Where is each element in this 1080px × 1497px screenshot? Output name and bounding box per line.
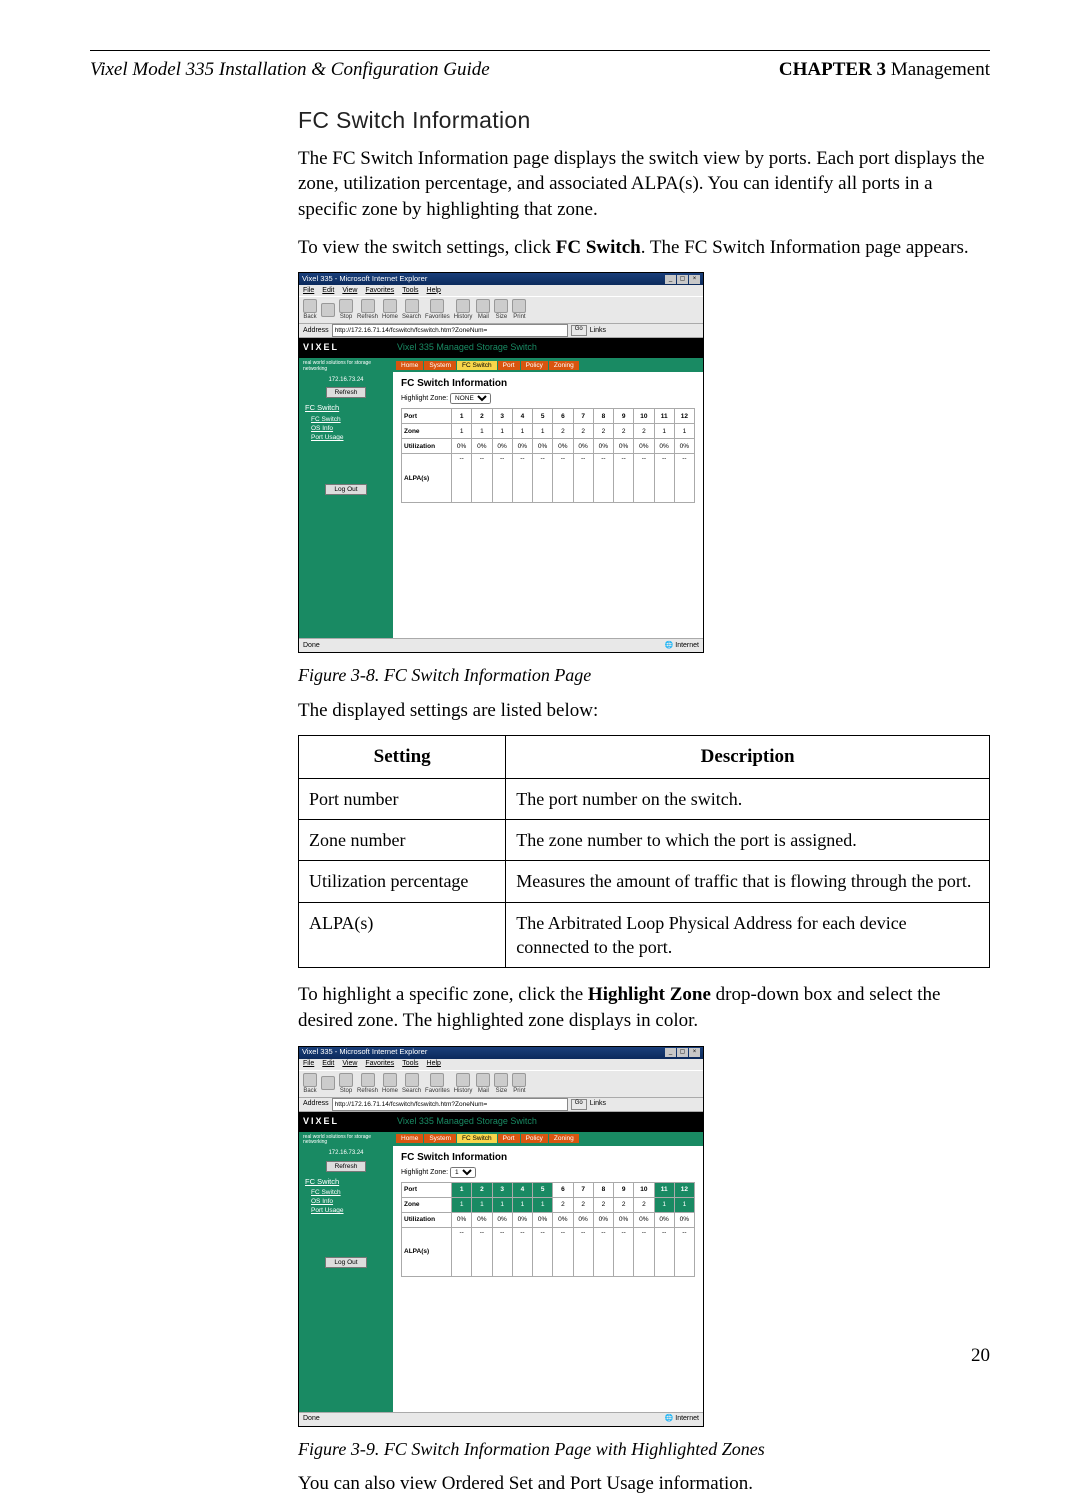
tab-home[interactable]: Home bbox=[396, 1134, 423, 1143]
tab-system[interactable]: System bbox=[424, 361, 456, 370]
table-row: Utilization percentageMeasures the amoun… bbox=[299, 861, 990, 902]
tab-system[interactable]: System bbox=[424, 1134, 456, 1143]
switch-ip: 172.16.73.24 bbox=[299, 375, 393, 386]
sidebar-link-portusage[interactable]: Port Usage bbox=[299, 433, 393, 442]
home-icon bbox=[383, 299, 397, 313]
stop-icon bbox=[339, 299, 353, 313]
sidebar-link-portusage[interactable]: Port Usage bbox=[299, 1206, 393, 1215]
page-header: Vixel Model 335 Installation & Configura… bbox=[90, 57, 990, 83]
favorites-icon bbox=[430, 1073, 444, 1087]
vixel-logo: VIXEL bbox=[299, 338, 393, 358]
tab-fcswitch[interactable]: FC Switch bbox=[457, 361, 497, 370]
window-min-icon[interactable]: _ bbox=[665, 1048, 676, 1057]
table-row: ALPA(s)The Arbitrated Loop Physical Addr… bbox=[299, 902, 990, 968]
sidebar-link-fcswitch[interactable]: FC Switch bbox=[299, 415, 393, 424]
tab-bar: Home System FC Switch Port Policy Zoning bbox=[393, 358, 703, 372]
sidebar-link-fcswitch[interactable]: FC Switch bbox=[299, 1188, 393, 1197]
window-close-icon[interactable]: × bbox=[689, 1048, 700, 1057]
address-bar[interactable]: Address Go Links bbox=[299, 1098, 703, 1112]
tab-fcswitch[interactable]: FC Switch bbox=[457, 1134, 497, 1143]
size-icon bbox=[494, 1073, 508, 1087]
print-icon bbox=[512, 299, 526, 313]
window-max-icon[interactable]: ▢ bbox=[677, 275, 688, 284]
search-icon bbox=[405, 299, 419, 313]
size-icon bbox=[494, 299, 508, 313]
window-max-icon[interactable]: ▢ bbox=[677, 1048, 688, 1057]
tab-port[interactable]: Port bbox=[498, 361, 520, 370]
search-icon bbox=[405, 1073, 419, 1087]
port-table-highlighted: Port 123456789101112 Zone 111112222211 U… bbox=[401, 1182, 695, 1277]
highlight-zone-control: Highlight Zone: NONE bbox=[393, 391, 703, 408]
product-banner: Vixel 335 Managed Storage Switch bbox=[393, 338, 703, 358]
highlight-zone-select[interactable]: NONE bbox=[450, 393, 491, 404]
go-button[interactable]: Go bbox=[571, 1099, 587, 1110]
section-title: FC Switch Information bbox=[298, 105, 990, 136]
url-input[interactable] bbox=[332, 1098, 568, 1111]
status-bar: Done 🌐 Internet bbox=[299, 638, 703, 652]
mail-icon bbox=[476, 299, 490, 313]
highlight-instruction: To highlight a specific zone, click the … bbox=[298, 982, 990, 1033]
browser-toolbar[interactable]: Back Stop Refresh Home Search Favorites … bbox=[299, 1070, 703, 1098]
favorites-icon bbox=[430, 299, 444, 313]
page-number: 20 bbox=[971, 1343, 990, 1369]
tab-policy[interactable]: Policy bbox=[521, 361, 548, 370]
tab-policy[interactable]: Policy bbox=[521, 1134, 548, 1143]
history-icon bbox=[456, 299, 470, 313]
figure-caption-1: Figure 3-8. FC Switch Information Page bbox=[298, 663, 990, 687]
window-titlebar: Vixel 335 - Microsoft Internet Explorer … bbox=[299, 273, 703, 285]
view-instruction: To view the switch settings, click FC Sw… bbox=[298, 235, 990, 261]
forward-icon bbox=[321, 303, 335, 317]
refresh-button[interactable]: Refresh bbox=[326, 387, 367, 398]
url-input[interactable] bbox=[332, 324, 568, 337]
screenshot-highlighted-zones: Vixel 335 - Microsoft Internet Explorer … bbox=[298, 1046, 704, 1427]
figure-caption-2: Figure 3-9. FC Switch Information Page w… bbox=[298, 1437, 990, 1461]
home-icon bbox=[383, 1073, 397, 1087]
screenshot-fc-switch-info: Vixel 335 - Microsoft Internet Explorer … bbox=[298, 272, 704, 653]
sidebar-link-osinfo[interactable]: OS Info bbox=[299, 1197, 393, 1206]
panel-title: FC Switch Information bbox=[393, 372, 703, 391]
browser-menubar[interactable]: FileEditViewFavoritesToolsHelp bbox=[299, 285, 703, 296]
settings-table: Setting Description Port numberThe port … bbox=[298, 735, 990, 968]
sidebar-link-osinfo[interactable]: OS Info bbox=[299, 424, 393, 433]
browser-toolbar[interactable]: Back Stop Refresh Home Search Favorites … bbox=[299, 296, 703, 324]
sidebar: VIXEL real world solutions for storage n… bbox=[299, 338, 393, 638]
window-min-icon[interactable]: _ bbox=[665, 275, 676, 284]
table-intro: The displayed settings are listed below: bbox=[298, 698, 990, 724]
window-close-icon[interactable]: × bbox=[689, 275, 700, 284]
browser-menubar[interactable]: FileEditViewFavoritesToolsHelp bbox=[299, 1059, 703, 1070]
address-bar[interactable]: Address Go Links bbox=[299, 324, 703, 338]
figure-3-9: Vixel 335 - Microsoft Internet Explorer … bbox=[298, 1046, 990, 1427]
history-icon bbox=[456, 1073, 470, 1087]
main-panel: Vixel 335 Managed Storage Switch Home Sy… bbox=[393, 338, 703, 638]
go-button[interactable]: Go bbox=[571, 325, 587, 336]
forward-icon bbox=[321, 1076, 335, 1090]
tab-home[interactable]: Home bbox=[396, 361, 423, 370]
print-icon bbox=[512, 1073, 526, 1087]
back-icon bbox=[303, 1073, 317, 1087]
chapter-heading: CHAPTER 3 Management bbox=[779, 57, 990, 83]
figure-3-8: Vixel 335 - Microsoft Internet Explorer … bbox=[298, 272, 990, 653]
stop-icon bbox=[339, 1073, 353, 1087]
port-table: Port 123456789101112 Zone 111112222211 U… bbox=[401, 408, 695, 503]
back-icon bbox=[303, 299, 317, 313]
table-row: Port numberThe port number on the switch… bbox=[299, 778, 990, 819]
refresh-button[interactable]: Refresh bbox=[326, 1161, 367, 1172]
doc-title: Vixel Model 335 Installation & Configura… bbox=[90, 57, 490, 83]
tab-port[interactable]: Port bbox=[498, 1134, 520, 1143]
tab-zoning[interactable]: Zoning bbox=[549, 1134, 579, 1143]
refresh-icon bbox=[361, 1073, 375, 1087]
sidebar-section: FC Switch bbox=[299, 400, 393, 414]
tab-zoning[interactable]: Zoning bbox=[549, 361, 579, 370]
logout-button[interactable]: Log Out bbox=[325, 484, 366, 495]
logout-button[interactable]: Log Out bbox=[325, 1257, 366, 1268]
intro-paragraph: The FC Switch Information page displays … bbox=[298, 146, 990, 223]
closing-paragraph: You can also view Ordered Set and Port U… bbox=[298, 1471, 990, 1497]
refresh-icon bbox=[361, 299, 375, 313]
mail-icon bbox=[476, 1073, 490, 1087]
highlight-zone-select[interactable]: 1 bbox=[450, 1167, 476, 1178]
table-row: Zone numberThe zone number to which the … bbox=[299, 820, 990, 861]
